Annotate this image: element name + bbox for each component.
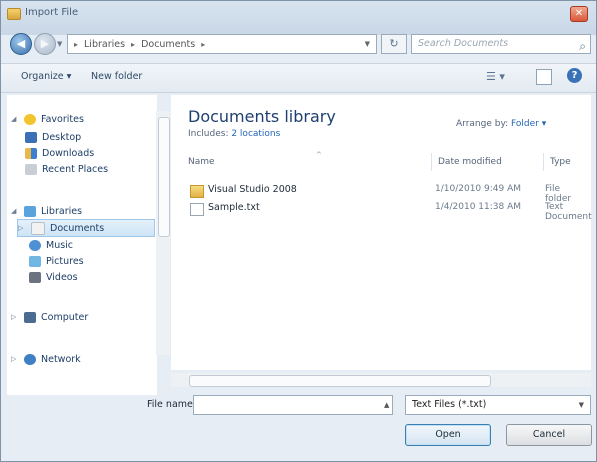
arrange-by-dropdown[interactable]: Folder ▾ bbox=[511, 119, 546, 129]
address-bar[interactable]: ▸ Libraries ▸ Documents ▸ ▼ bbox=[67, 34, 377, 54]
desktop-icon bbox=[25, 131, 37, 143]
file-name-dropdown-icon[interactable]: ▲ bbox=[384, 401, 389, 409]
nav-downloads[interactable]: Downloads bbox=[25, 145, 94, 161]
recent-locations-dropdown[interactable]: ▼ bbox=[57, 40, 62, 48]
back-button[interactable]: ◀ bbox=[10, 33, 32, 55]
nav-music[interactable]: Music bbox=[29, 237, 73, 253]
file-list-pane: Documents library Includes: 2 locations … bbox=[171, 95, 592, 370]
documents-icon bbox=[31, 221, 45, 235]
locations-link[interactable]: 2 locations bbox=[231, 129, 280, 139]
forward-button[interactable]: ▶ bbox=[34, 33, 56, 55]
star-icon bbox=[24, 113, 36, 125]
file-date: 1/4/2010 11:38 AM bbox=[435, 202, 522, 212]
library-includes: Includes: 2 locations bbox=[188, 129, 280, 139]
nav-label: Recent Places bbox=[42, 163, 109, 175]
horizontal-scrollbar[interactable] bbox=[171, 373, 591, 387]
nav-label: Documents bbox=[50, 222, 105, 234]
arrange-by: Arrange by: Folder ▾ bbox=[456, 119, 546, 129]
file-row[interactable]: Sample.txt 1/4/2010 11:38 AM Text Docume… bbox=[188, 201, 592, 222]
file-row[interactable]: Visual Studio 2008 1/10/2010 9:49 AM Fil… bbox=[188, 183, 588, 204]
title-bar: Import File ✕ bbox=[1, 1, 596, 27]
column-header-date[interactable]: Date modified bbox=[431, 153, 542, 171]
nav-scrollbar[interactable] bbox=[156, 111, 170, 355]
file-type-value: Text Files (*.txt) bbox=[412, 399, 487, 410]
address-row: ◀ ▶ ▼ ▸ Libraries ▸ Documents ▸ ▼ ↻ Sear… bbox=[1, 31, 596, 59]
text-file-icon bbox=[190, 203, 204, 216]
arrange-label: Arrange by: bbox=[456, 119, 512, 129]
nav-label: Pictures bbox=[46, 255, 84, 267]
downloads-icon bbox=[25, 147, 37, 159]
nav-computer[interactable]: ▷ Computer bbox=[11, 309, 88, 325]
expand-icon[interactable]: ▷ bbox=[11, 313, 19, 321]
recent-places-icon bbox=[25, 163, 37, 175]
cancel-button[interactable]: Cancel bbox=[506, 424, 592, 446]
nav-videos[interactable]: Videos bbox=[29, 269, 78, 285]
libraries-icon bbox=[24, 205, 36, 217]
help-icon[interactable]: ? bbox=[567, 68, 582, 83]
folder-icon bbox=[7, 8, 21, 20]
videos-icon bbox=[29, 271, 41, 283]
nav-label: Downloads bbox=[42, 147, 95, 159]
navigation-pane: ◢ Favorites Desktop Downloads Recent Pla… bbox=[7, 95, 157, 395]
nav-desktop[interactable]: Desktop bbox=[25, 129, 81, 145]
includes-label: Includes: bbox=[188, 129, 232, 139]
column-header-type[interactable]: Type bbox=[543, 153, 597, 171]
nav-label: Desktop bbox=[42, 131, 82, 143]
folder-icon bbox=[190, 185, 204, 198]
nav-label: Videos bbox=[46, 271, 78, 283]
address-dropdown-icon[interactable]: ▼ bbox=[365, 40, 370, 48]
sort-caret-icon: ^ bbox=[316, 151, 322, 159]
nav-label: Libraries bbox=[41, 205, 83, 217]
preview-pane-icon[interactable] bbox=[536, 69, 552, 85]
expand-icon[interactable]: ◢ bbox=[11, 207, 19, 215]
nav-label: Favorites bbox=[41, 113, 84, 125]
scrollbar-thumb[interactable] bbox=[158, 117, 170, 237]
nav-favorites[interactable]: ◢ Favorites bbox=[11, 111, 84, 127]
window-title: Import File bbox=[25, 7, 79, 18]
nav-label: Computer bbox=[41, 311, 89, 323]
search-icon[interactable]: ⌕ bbox=[579, 37, 586, 55]
music-icon bbox=[29, 239, 41, 251]
column-header-name[interactable]: Name bbox=[188, 153, 418, 171]
computer-icon bbox=[24, 311, 36, 323]
breadcrumb-libraries[interactable]: Libraries bbox=[84, 39, 125, 50]
expand-icon[interactable]: ▷ bbox=[18, 224, 26, 232]
close-button[interactable]: ✕ bbox=[570, 6, 588, 22]
nav-label: Music bbox=[46, 239, 74, 251]
open-button[interactable]: Open bbox=[405, 424, 491, 446]
command-toolbar: Organize ▾ New folder ☰ ▾ ? bbox=[1, 63, 596, 93]
nav-label: Network bbox=[41, 353, 81, 365]
file-name-input[interactable] bbox=[193, 395, 393, 415]
nav-pictures[interactable]: Pictures bbox=[29, 253, 84, 269]
file-name: Sample.txt bbox=[208, 202, 260, 213]
open-file-dialog: Import File ✕ ◀ ▶ ▼ ▸ Libraries ▸ Docume… bbox=[0, 0, 597, 462]
file-type-select[interactable]: Text Files (*.txt) ▼ bbox=[405, 395, 591, 415]
expand-icon[interactable]: ◢ bbox=[11, 115, 19, 123]
scrollbar-thumb[interactable] bbox=[189, 375, 491, 387]
nav-network[interactable]: ▷ Network bbox=[11, 351, 81, 367]
organize-button[interactable]: Organize ▾ bbox=[21, 71, 71, 82]
breadcrumb-separator-icon[interactable]: ▸ bbox=[131, 40, 135, 49]
views-menu-icon[interactable]: ☰ ▾ bbox=[486, 70, 505, 83]
file-name: Visual Studio 2008 bbox=[208, 184, 297, 195]
expand-icon[interactable]: ▷ bbox=[11, 355, 19, 363]
file-name-label: File name: bbox=[147, 399, 197, 410]
nav-libraries[interactable]: ◢ Libraries bbox=[11, 203, 82, 219]
file-type: Text Document bbox=[545, 202, 592, 222]
nav-documents[interactable]: ▷ Documents bbox=[17, 219, 155, 237]
search-placeholder: Search Documents bbox=[418, 38, 509, 49]
library-title: Documents library bbox=[188, 107, 336, 126]
chevron-down-icon[interactable]: ▼ bbox=[579, 396, 584, 414]
nav-recent-places[interactable]: Recent Places bbox=[25, 161, 108, 177]
new-folder-button[interactable]: New folder bbox=[91, 71, 142, 82]
search-input[interactable]: Search Documents ⌕ bbox=[411, 34, 591, 54]
file-date: 1/10/2010 9:49 AM bbox=[435, 184, 522, 194]
refresh-button[interactable]: ↻ bbox=[381, 34, 407, 54]
breadcrumb-separator-icon: ▸ bbox=[74, 39, 79, 49]
pictures-icon bbox=[29, 255, 41, 267]
breadcrumb-separator-icon[interactable]: ▸ bbox=[201, 40, 205, 49]
breadcrumb-documents[interactable]: Documents bbox=[141, 39, 195, 50]
network-icon bbox=[24, 353, 36, 365]
